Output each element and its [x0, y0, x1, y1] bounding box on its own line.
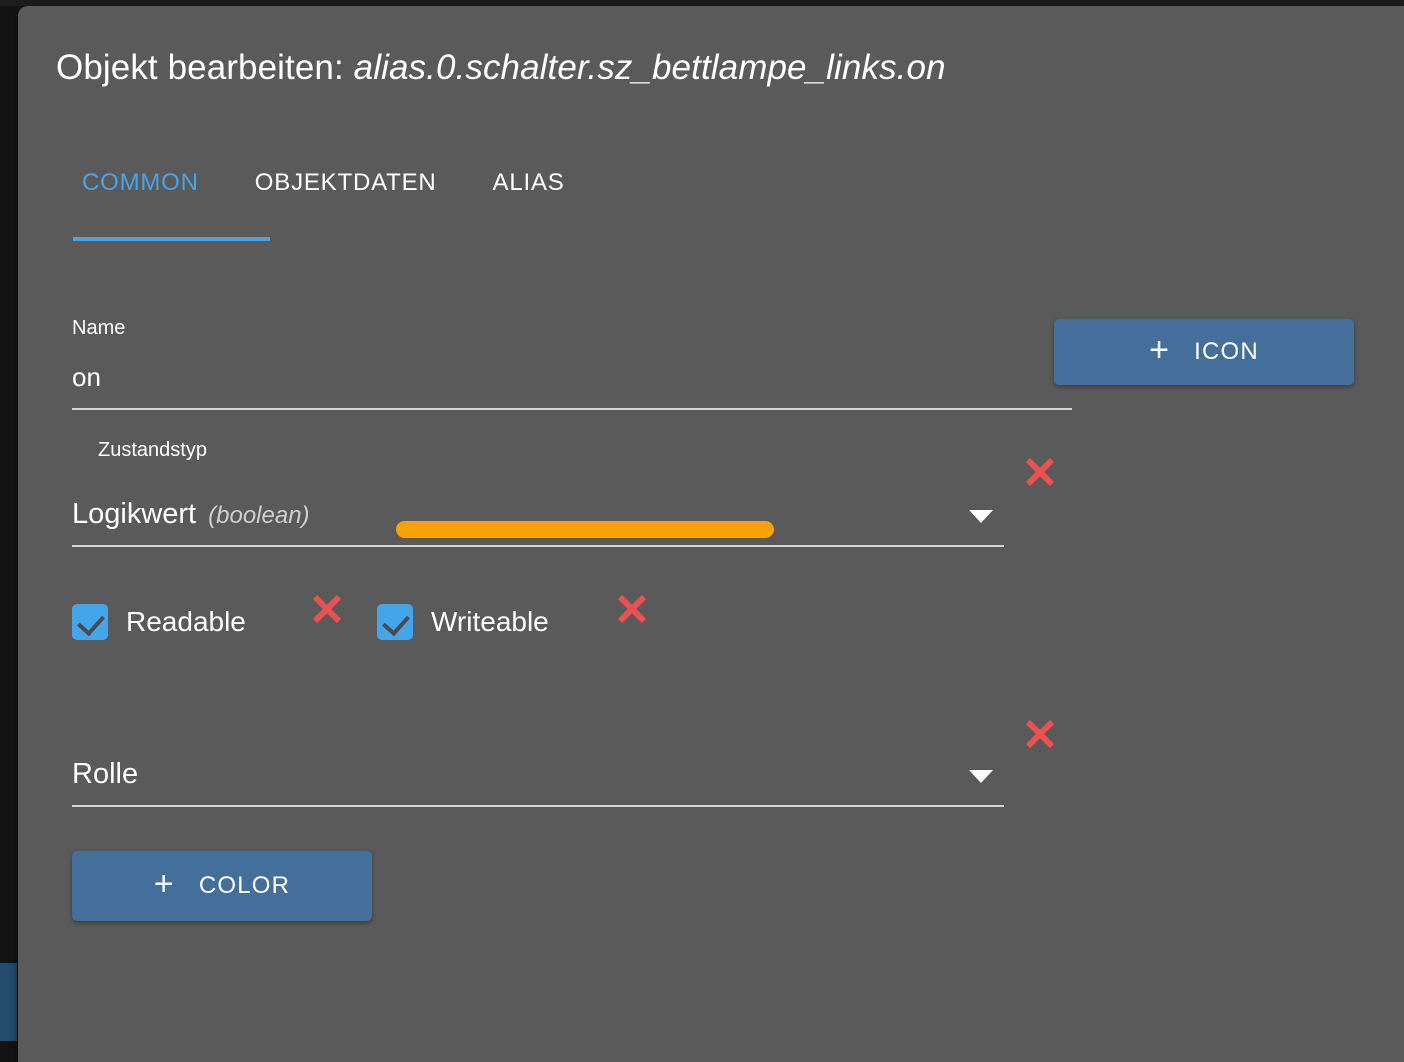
background-left-strip — [0, 0, 18, 1062]
tab-bar: COMMON OBJEKTDATEN ALIAS — [54, 161, 593, 223]
tab-common[interactable]: COMMON — [54, 161, 227, 197]
name-input-underline — [72, 408, 1072, 410]
add-color-button-label: COLOR — [198, 872, 291, 899]
role-underline — [72, 805, 1004, 807]
state-type-hint: (boolean) — [208, 502, 310, 529]
close-x-icon-readable[interactable] — [310, 592, 344, 626]
close-x-icon-writeable[interactable] — [615, 592, 649, 626]
check-icon-writeable[interactable] — [377, 604, 413, 640]
readable-checkbox-group[interactable]: Readable — [72, 604, 246, 640]
tab-alias[interactable]: ALIAS — [465, 161, 593, 197]
state-type-highlight-bar — [396, 521, 774, 538]
add-color-button[interactable]: + COLOR — [72, 851, 372, 921]
state-type-value: Logikwert — [72, 498, 197, 530]
add-icon-button[interactable]: + ICON — [1054, 319, 1354, 385]
tab-common-label: COMMON — [82, 169, 199, 196]
tab-objektdaten[interactable]: OBJEKTDATEN — [227, 161, 465, 197]
state-type-label: Zustandstyp — [98, 439, 207, 461]
check-icon-readable[interactable] — [72, 604, 108, 640]
add-icon-button-label: ICON — [1194, 338, 1259, 365]
name-field-label: Name — [72, 317, 126, 339]
readable-checkbox-label: Readable — [126, 606, 246, 637]
close-x-icon-state-type[interactable] — [1023, 455, 1057, 489]
dialog-title-object-path: alias.0.schalter.sz_bettlampe_links.on — [353, 48, 946, 87]
state-type-underline — [72, 545, 1004, 547]
tab-active-indicator — [73, 237, 270, 241]
chevron-down-icon-state-type[interactable] — [969, 510, 993, 523]
plus-icon-color: + — [153, 865, 175, 903]
name-input[interactable]: on — [72, 362, 101, 393]
role-select[interactable]: Rolle — [72, 758, 138, 791]
tab-alias-label: ALIAS — [492, 169, 565, 196]
background-left-strip-highlight — [0, 963, 17, 1041]
edit-object-dialog: Objekt bearbeiten: alias.0.schalter.sz_b… — [18, 6, 1404, 1062]
dialog-title: Objekt bearbeiten: alias.0.schalter.sz_b… — [56, 48, 946, 88]
writeable-checkbox-label: Writeable — [431, 606, 549, 637]
close-x-icon-role[interactable] — [1023, 717, 1057, 751]
chevron-down-icon-role[interactable] — [969, 770, 993, 783]
writeable-checkbox-group[interactable]: Writeable — [377, 604, 549, 640]
screen: Objekt bearbeiten: alias.0.schalter.sz_b… — [0, 0, 1404, 1062]
plus-icon: + — [1149, 331, 1171, 369]
state-type-select[interactable]: Logikwert (boolean) — [72, 498, 310, 531]
tab-objektdaten-label: OBJEKTDATEN — [254, 169, 437, 196]
dialog-title-prefix: Objekt bearbeiten: — [56, 48, 344, 87]
